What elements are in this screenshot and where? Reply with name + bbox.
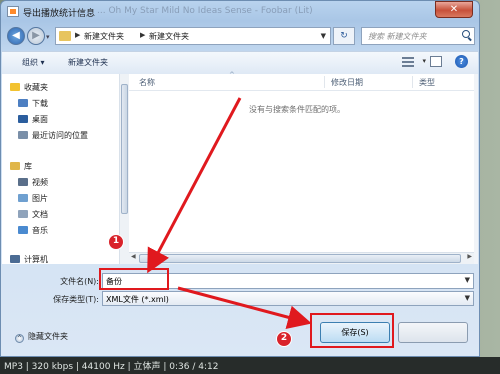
annotation-arrow-1 — [147, 97, 242, 274]
annotation-arrow-2 — [177, 286, 312, 329]
annotation-arrows — [147, 97, 312, 329]
playback-status-text: MP3 | 320 kbps | 44100 Hz | 立体声 | 0:36 /… — [4, 362, 219, 372]
player-status-bar: MP3 | 320 kbps | 44100 Hz | 立体声 | 0:36 /… — [0, 357, 500, 374]
